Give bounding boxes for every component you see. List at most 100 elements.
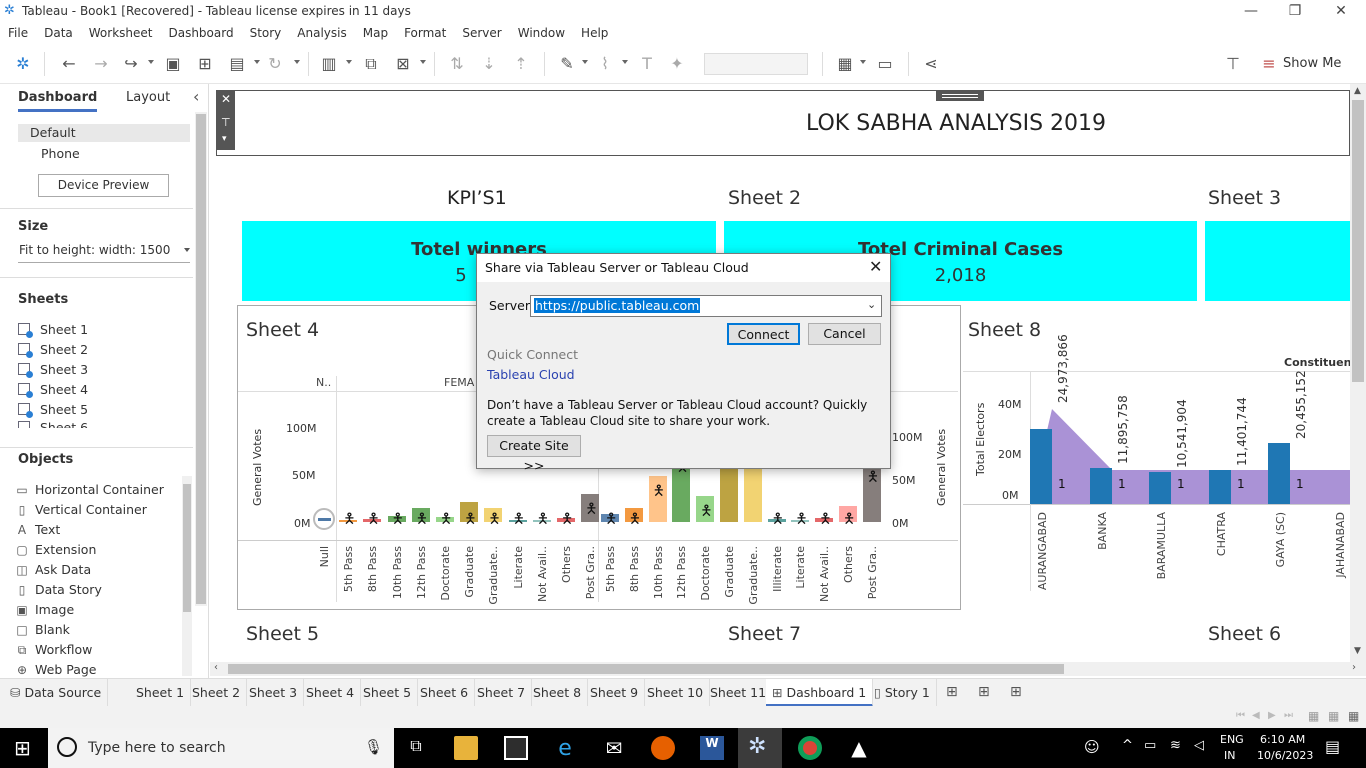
- minimize-button[interactable]: —: [1228, 0, 1274, 22]
- tab-dashboard[interactable]: Dashboard: [18, 90, 98, 112]
- left-pane-scrollbar[interactable]: [195, 112, 207, 606]
- tab-layout[interactable]: Layout: [126, 90, 170, 105]
- volume-icon[interactable]: ◁: [1194, 738, 1204, 753]
- sheet4-null-mark[interactable]: [313, 508, 335, 530]
- tab-sheet7[interactable]: Sheet 7: [471, 679, 533, 707]
- tab-sheet11[interactable]: Sheet 11: [704, 679, 774, 707]
- presentation-icon[interactable]: ▭: [874, 53, 896, 75]
- new-worksheet-icon[interactable]: ▥: [318, 53, 340, 75]
- tab-sheet2[interactable]: Sheet 2: [186, 679, 248, 707]
- menu-dashboard[interactable]: Dashboard: [160, 23, 241, 43]
- dialog-close-icon[interactable]: ✕: [869, 257, 882, 276]
- container-handle[interactable]: ✕ ⊤ ▾: [217, 90, 235, 150]
- people-icon[interactable]: ☺: [1084, 738, 1100, 756]
- menu-story[interactable]: Story: [242, 23, 290, 43]
- menu-window[interactable]: Window: [510, 23, 573, 43]
- menu-map[interactable]: Map: [355, 23, 396, 43]
- undo-icon[interactable]: ←: [58, 53, 80, 75]
- object-blank[interactable]: □ Blank: [16, 622, 70, 637]
- tab-sheet10[interactable]: Sheet 10: [641, 679, 711, 707]
- tab-sheet1[interactable]: Sheet 1: [130, 679, 192, 707]
- device-phone[interactable]: Phone: [41, 146, 80, 161]
- language-eng[interactable]: ENG: [1220, 733, 1244, 746]
- language-in[interactable]: IN: [1224, 749, 1235, 762]
- tab-sheet4[interactable]: Sheet 4: [300, 679, 362, 707]
- tab-sheet9[interactable]: Sheet 9: [584, 679, 646, 707]
- server-dropdown-chevron-icon[interactable]: ⌄: [867, 298, 876, 311]
- sheet-list-item[interactable]: Sheet 6: [18, 420, 88, 428]
- cancel-button[interactable]: Cancel: [808, 323, 881, 345]
- object-data-story[interactable]: ▯ Data Story: [16, 582, 102, 597]
- canvas-horizontal-scrollbar[interactable]: ‹ ›: [210, 662, 1366, 676]
- menu-format[interactable]: Format: [396, 23, 454, 43]
- clock-date[interactable]: 10/6/2023: [1257, 749, 1313, 762]
- chevron-up-icon[interactable]: ^: [1122, 738, 1133, 753]
- list-view-icon[interactable]: ▦: [1348, 709, 1359, 723]
- tab-sheet5[interactable]: Sheet 5: [357, 679, 419, 707]
- film-strip-icon[interactable]: ▦: [1308, 709, 1319, 723]
- object-horizontal-container[interactable]: ▭ Horizontal Container: [16, 482, 164, 497]
- close-button[interactable]: ✕: [1318, 0, 1364, 22]
- connect-button[interactable]: Connect: [727, 323, 800, 345]
- mail-icon[interactable]: ✉: [602, 736, 626, 760]
- tab-sheet8[interactable]: Sheet 8: [527, 679, 589, 707]
- tableau-taskbar-active[interactable]: ✲: [738, 728, 782, 768]
- sheet-list-item[interactable]: Sheet 4: [18, 382, 88, 398]
- battery-icon[interactable]: ▭: [1144, 738, 1156, 753]
- device-preview-button[interactable]: Device Preview: [38, 174, 169, 197]
- tab-dashboard1[interactable]: ⊞ Dashboard 1: [766, 679, 874, 707]
- tableau-home-icon[interactable]: ✲: [12, 53, 34, 75]
- sheet-list-item[interactable]: Sheet 5: [18, 402, 88, 418]
- photos-icon[interactable]: ▲: [847, 736, 871, 760]
- device-default[interactable]: Default: [18, 124, 190, 142]
- tab-story1[interactable]: ▯ Story 1: [868, 679, 937, 707]
- edge-icon[interactable]: e: [553, 736, 577, 761]
- sheet8-bar[interactable]: [1030, 429, 1052, 504]
- show-me-label[interactable]: Show Me: [1283, 56, 1341, 71]
- grid-view-icon[interactable]: ▦: [1328, 709, 1339, 723]
- more-options-icon[interactable]: ▾: [222, 134, 227, 144]
- firefox-icon[interactable]: [651, 736, 675, 760]
- save-icon[interactable]: ▣: [162, 53, 184, 75]
- object-vertical-container[interactable]: ▯ Vertical Container: [16, 502, 147, 517]
- canvas-vertical-scrollbar[interactable]: ▲ ▼: [1350, 84, 1366, 662]
- share-icon[interactable]: ⋖: [920, 53, 942, 75]
- store-icon[interactable]: [504, 736, 528, 760]
- wifi-icon[interactable]: ≋: [1170, 738, 1181, 753]
- taskbar-search[interactable]: Type here to search 🎙: [48, 728, 394, 768]
- menu-file[interactable]: File: [0, 23, 36, 43]
- object-ask-data[interactable]: ◫ Ask Data: [16, 562, 91, 577]
- chrome-icon[interactable]: [798, 736, 822, 760]
- replay-icon[interactable]: ↪: [120, 53, 142, 75]
- sheet8-bar[interactable]: [1149, 472, 1171, 504]
- server-input[interactable]: https://public.tableau.com ⌄: [530, 295, 882, 317]
- group-icon[interactable]: ⌇: [594, 53, 616, 75]
- title-container[interactable]: [216, 90, 1350, 156]
- object-text[interactable]: A Text: [16, 522, 60, 537]
- sheet8-bar[interactable]: [1090, 468, 1112, 504]
- object-workflow[interactable]: ⧉ Workflow: [16, 642, 93, 658]
- clock-time[interactable]: 6:10 AM: [1260, 733, 1305, 746]
- menu-data[interactable]: Data: [36, 23, 81, 43]
- sheet-list-item[interactable]: Sheet 1: [18, 322, 88, 338]
- clear-sheet-icon[interactable]: ⊠: [392, 53, 414, 75]
- object-image[interactable]: ▣ Image: [16, 602, 74, 617]
- prev-page-icon[interactable]: ◀: [1252, 710, 1260, 721]
- sheet8-bar[interactable]: [1209, 469, 1231, 504]
- highlight-icon[interactable]: ✎: [556, 53, 578, 75]
- first-page-icon[interactable]: ⏮: [1236, 710, 1245, 721]
- pin-icon[interactable]: ✦: [666, 53, 688, 75]
- menu-help[interactable]: Help: [573, 23, 616, 43]
- fit-dropdown[interactable]: [704, 53, 808, 75]
- redo-icon[interactable]: →: [90, 53, 112, 75]
- show-cards-icon[interactable]: ▦: [834, 53, 856, 75]
- object-web-page[interactable]: ⊕ Web Page: [16, 662, 97, 677]
- tab-data-source[interactable]: ⛁ Data Source: [4, 679, 109, 707]
- objects-scrollbar[interactable]: [182, 476, 192, 676]
- pause-updates-icon[interactable]: ▤: [226, 53, 248, 75]
- last-page-icon[interactable]: ⏭: [1284, 710, 1293, 721]
- size-dropdown[interactable]: Fit to height: width: 1500: [19, 243, 170, 257]
- task-view-icon[interactable]: ⧉: [404, 736, 428, 760]
- paint-icon[interactable]: ⊤: [1222, 53, 1244, 75]
- drag-handle[interactable]: [936, 91, 984, 101]
